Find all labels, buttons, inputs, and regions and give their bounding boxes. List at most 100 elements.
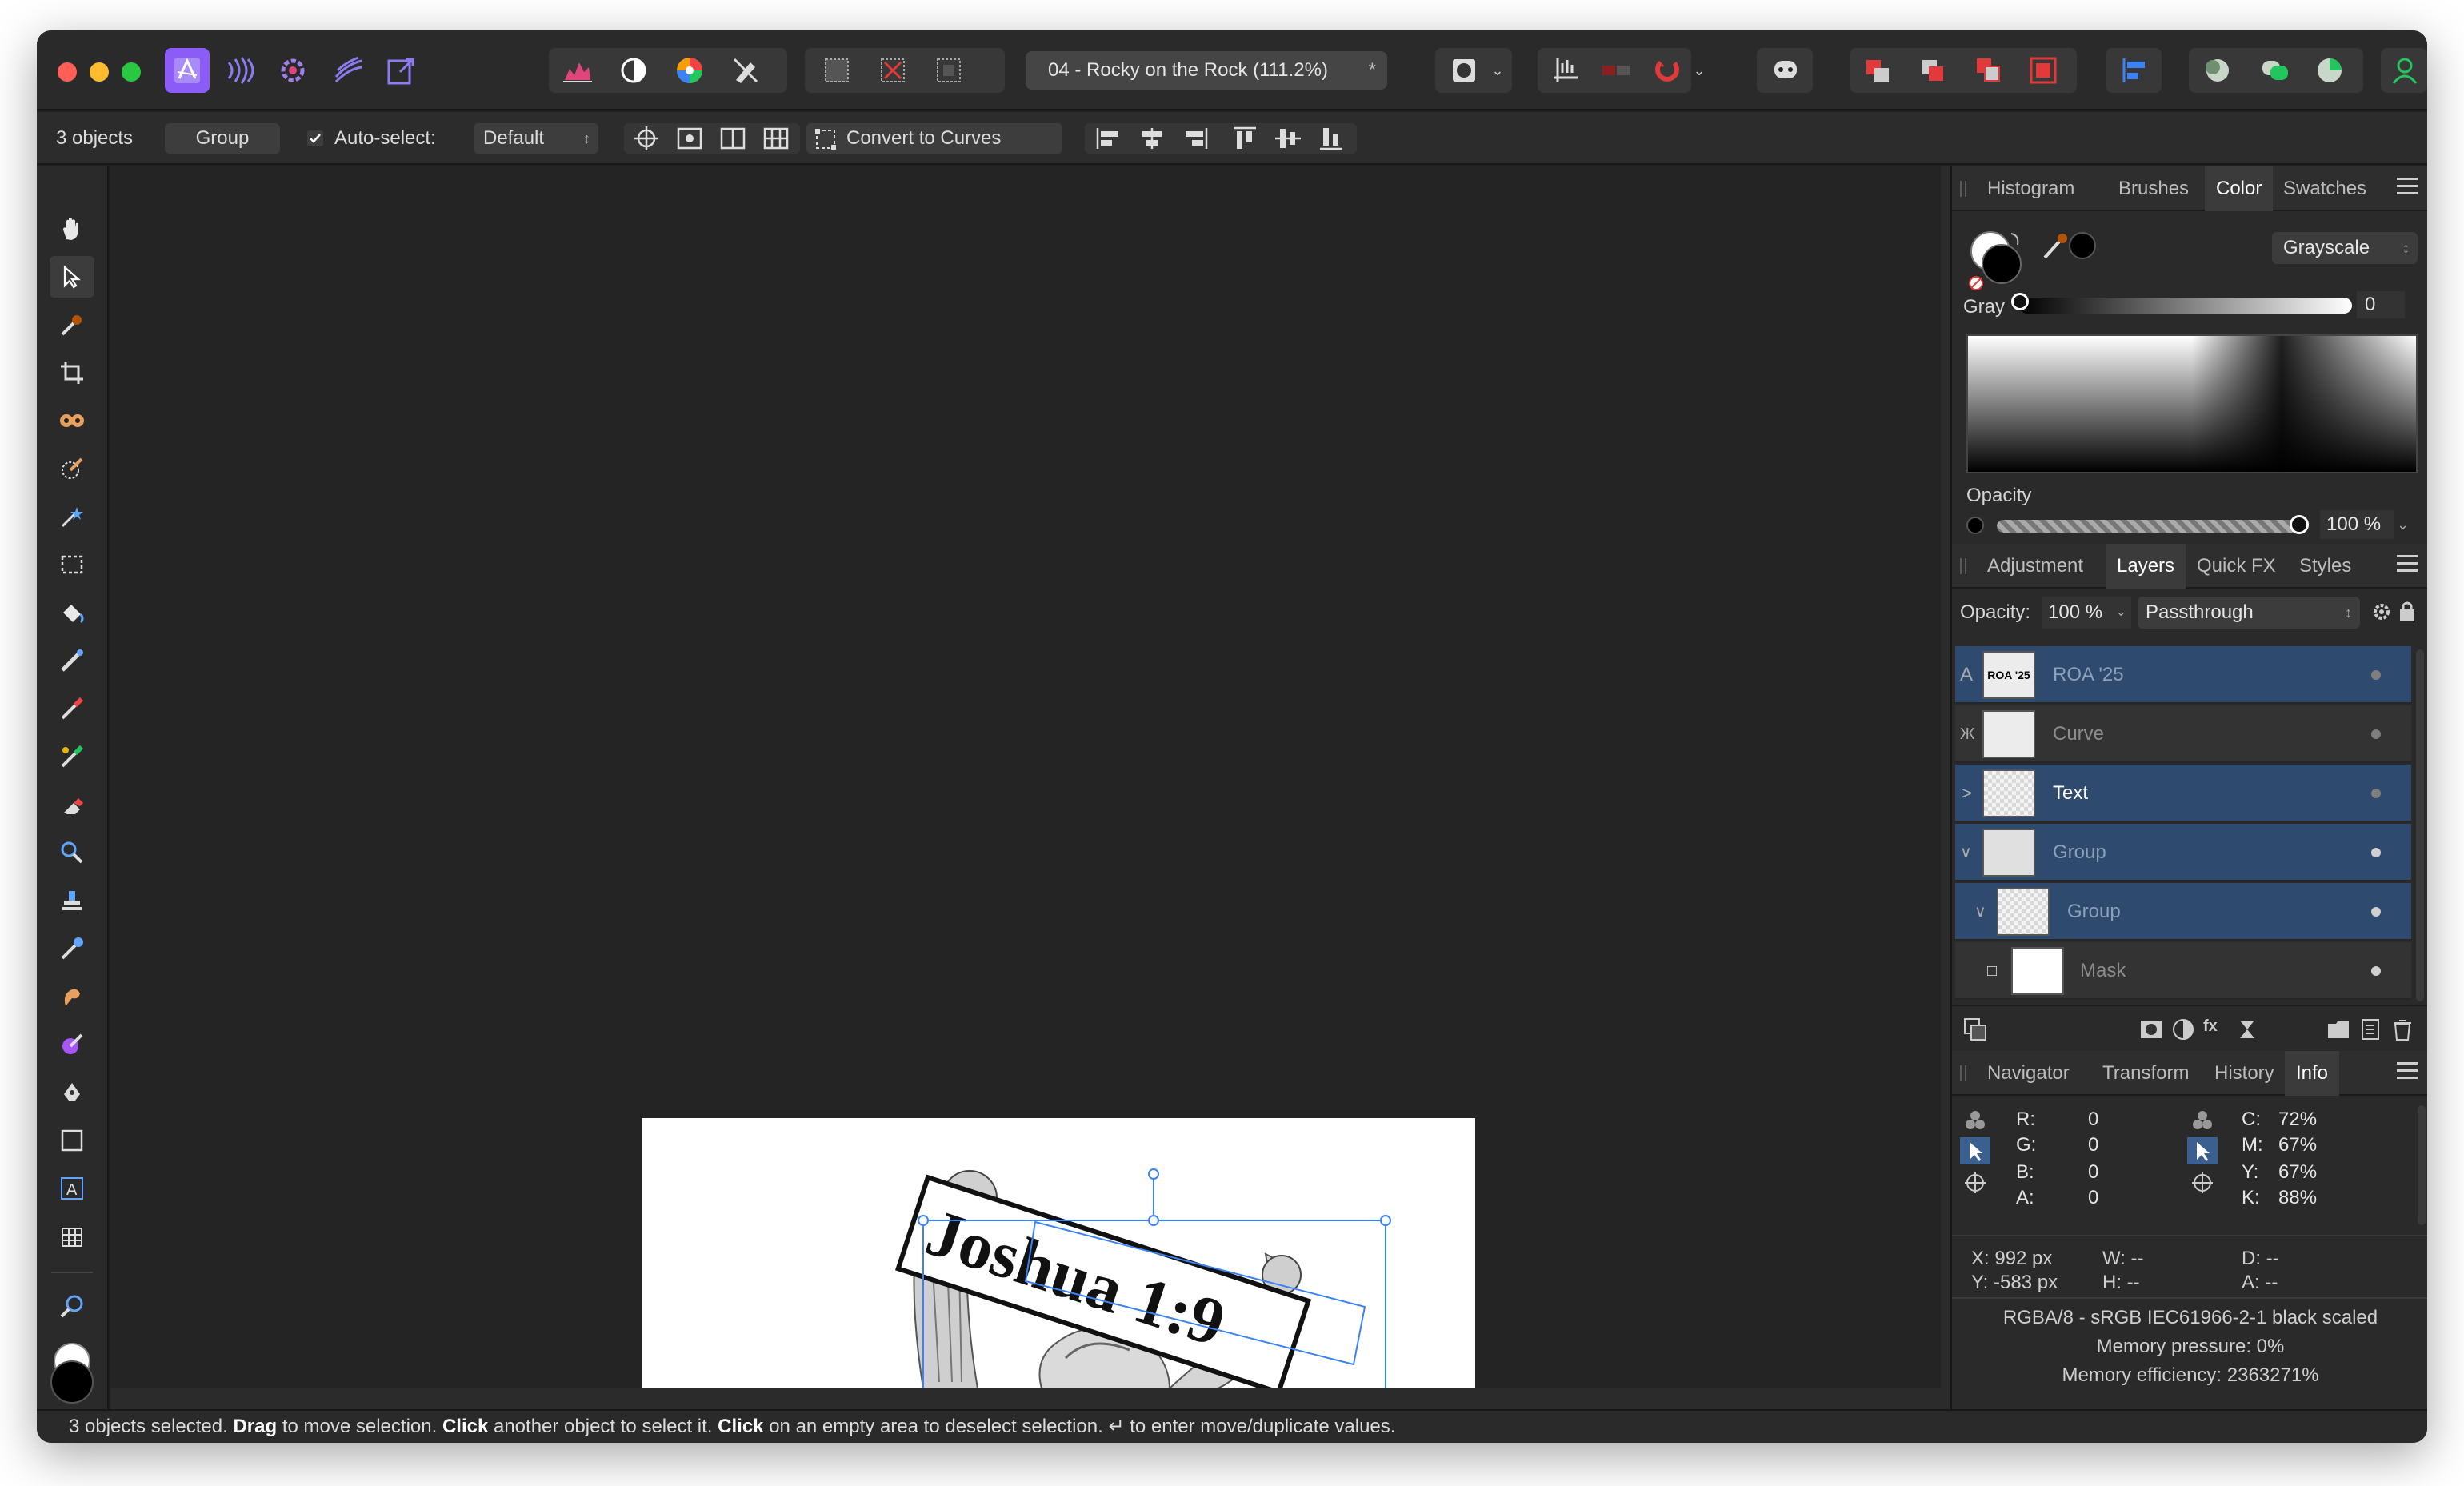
panel-menu-icon[interactable] [2397, 1062, 2418, 1083]
document-page[interactable]: Joshua 1:9 [642, 1118, 1475, 1388]
group-button[interactable]: Group [165, 123, 280, 154]
studio-pie-icon[interactable] [2307, 48, 2352, 93]
studio-chat-icon[interactable] [2195, 48, 2240, 93]
move-to-front-icon[interactable] [2021, 48, 2066, 93]
color-wheel-icon[interactable] [667, 48, 712, 93]
audio-wave-icon[interactable] [219, 48, 264, 93]
panel-grip[interactable] [1960, 181, 1966, 197]
panel-grip[interactable] [1960, 1065, 1966, 1081]
align-icon[interactable] [2112, 48, 2157, 93]
paint-brush-tool-icon[interactable] [50, 688, 94, 729]
zoom-window-button[interactable] [122, 62, 141, 82]
info-scrollbar[interactable] [2418, 1105, 2426, 1225]
tab-brushes[interactable]: Brushes [2107, 166, 2200, 211]
chevron-down-icon[interactable]: ∨ [1960, 824, 1972, 881]
layer-lock-icon[interactable] [2398, 600, 2416, 624]
flood-fill-tool-icon[interactable] [50, 592, 94, 633]
assistant-icon[interactable] [1763, 48, 1808, 93]
fill-stroke-swatch[interactable] [1968, 227, 2024, 291]
half-circle-icon[interactable] [611, 48, 656, 93]
levels-icon[interactable] [555, 48, 600, 93]
tab-info[interactable]: Info [2285, 1051, 2340, 1096]
chevron-right-icon[interactable]: > [1962, 765, 1972, 822]
bbox-mode-icon[interactable] [717, 123, 749, 154]
layer-visibility-dot[interactable] [2371, 729, 2381, 739]
layer-visibility-dot[interactable] [2371, 966, 2381, 976]
minimize-window-button[interactable] [90, 62, 109, 82]
canvas-area[interactable]: Joshua 1:9 [110, 166, 1966, 1409]
panel-grip[interactable] [1960, 558, 1966, 574]
align-right-icon[interactable] [1178, 123, 1213, 154]
move-to-back-icon[interactable] [1856, 48, 1901, 93]
pointer-source-icon[interactable] [1960, 1137, 1990, 1164]
erase-brush-tool-icon[interactable] [50, 784, 94, 825]
chevron-down-icon[interactable]: ⌄ [1486, 48, 1509, 93]
tab-histogram[interactable]: Histogram [1976, 166, 2086, 211]
move-forward-icon[interactable] [1966, 48, 2011, 93]
layers-scrollbar[interactable] [2416, 649, 2424, 1001]
move-back-icon[interactable] [1910, 48, 1955, 93]
layer-visibility-dot[interactable] [2371, 907, 2381, 917]
selection-brush-tool-icon[interactable] [50, 448, 94, 489]
chevron-down-icon[interactable]: ∨ [1974, 883, 1986, 941]
auto-select-checkbox[interactable] [306, 123, 325, 154]
pointer-source-icon[interactable] [2187, 1137, 2218, 1164]
convert-to-curves-button[interactable]: Convert to Curves [806, 123, 1062, 154]
mixer-brush-tool-icon[interactable] [50, 1024, 94, 1065]
color-picker-icon[interactable] [2042, 229, 2070, 261]
liquify-icon[interactable] [326, 48, 371, 93]
tab-navigator[interactable]: Navigator [1976, 1051, 2081, 1096]
layer-row-group[interactable]: ∨ Group [1955, 824, 2411, 881]
dodge-tool-icon[interactable] [50, 832, 94, 873]
close-window-button[interactable] [58, 62, 77, 82]
auto-select-dropdown[interactable]: Default ↕ [474, 123, 598, 154]
gray-spectrum[interactable] [1966, 334, 2418, 473]
add-fx-icon[interactable]: fx [2203, 1017, 2227, 1041]
transform-origin-icon[interactable] [630, 123, 662, 154]
layer-opacity-field[interactable]: 100 % ⌄ [2042, 597, 2131, 629]
gray-slider[interactable] [2019, 298, 2352, 314]
delete-layer-icon[interactable] [2390, 1017, 2414, 1041]
tab-quick-fx[interactable]: Quick FX [2186, 544, 2287, 589]
move-tool-icon[interactable] [50, 256, 94, 298]
duplicate-layers-icon[interactable] [1963, 1017, 1987, 1041]
healing-brush-tool-icon[interactable] [50, 928, 94, 969]
hand-tool-icon[interactable] [50, 208, 94, 250]
mesh-warp-tool-icon[interactable] [50, 1216, 94, 1257]
target-icon[interactable] [1963, 1171, 1987, 1195]
add-mask-icon[interactable] [2139, 1017, 2163, 1041]
gear-icon[interactable] [270, 48, 315, 93]
smudge-tool-icon[interactable] [50, 976, 94, 1017]
panel-menu-icon[interactable] [2397, 178, 2418, 198]
color-swatches[interactable] [50, 1342, 94, 1406]
align-center-icon[interactable] [1134, 123, 1170, 154]
pen-tool-icon[interactable] [50, 1072, 94, 1113]
quick-mask-icon[interactable] [1442, 48, 1486, 93]
add-group-icon[interactable] [2326, 1017, 2350, 1041]
invert-selection-icon[interactable] [926, 48, 971, 93]
layer-row-text[interactable]: > Text [1955, 765, 2411, 822]
tab-color[interactable]: Color [2205, 166, 2274, 211]
tab-layers[interactable]: Layers [2106, 544, 2186, 589]
export-icon[interactable] [379, 48, 424, 93]
gradient-tool-icon[interactable] [50, 640, 94, 681]
document-title[interactable]: 04 - Rocky on the Rock (111.2%) * [1026, 51, 1387, 90]
add-adjustment-icon[interactable] [2171, 1017, 2195, 1041]
tab-history[interactable]: History [2203, 1051, 2286, 1096]
align-top-icon[interactable] [1227, 123, 1262, 154]
add-pixel-layer-icon[interactable] [2358, 1017, 2382, 1041]
chevron-down-icon[interactable]: ⌄ [1688, 48, 1710, 93]
force-pixel-icon[interactable] [1594, 48, 1638, 93]
align-left-icon[interactable] [1091, 123, 1126, 154]
magnet-icon[interactable] [1645, 48, 1690, 93]
opacity-slider[interactable] [1997, 520, 2298, 533]
layer-visibility-dot[interactable] [2371, 848, 2381, 857]
layer-row-curve[interactable]: Ж Curve [1955, 705, 2411, 763]
layer-row-roa25[interactable]: A ROA '25 ROA '25 [1955, 646, 2411, 704]
align-bottom-icon[interactable] [1314, 123, 1349, 154]
color-replacement-tool-icon[interactable] [50, 736, 94, 777]
tab-styles[interactable]: Styles [2288, 544, 2362, 589]
select-all-icon[interactable] [814, 48, 859, 93]
add-live-filter-icon[interactable] [2235, 1017, 2259, 1041]
text-tool-icon[interactable]: A [50, 1168, 94, 1209]
